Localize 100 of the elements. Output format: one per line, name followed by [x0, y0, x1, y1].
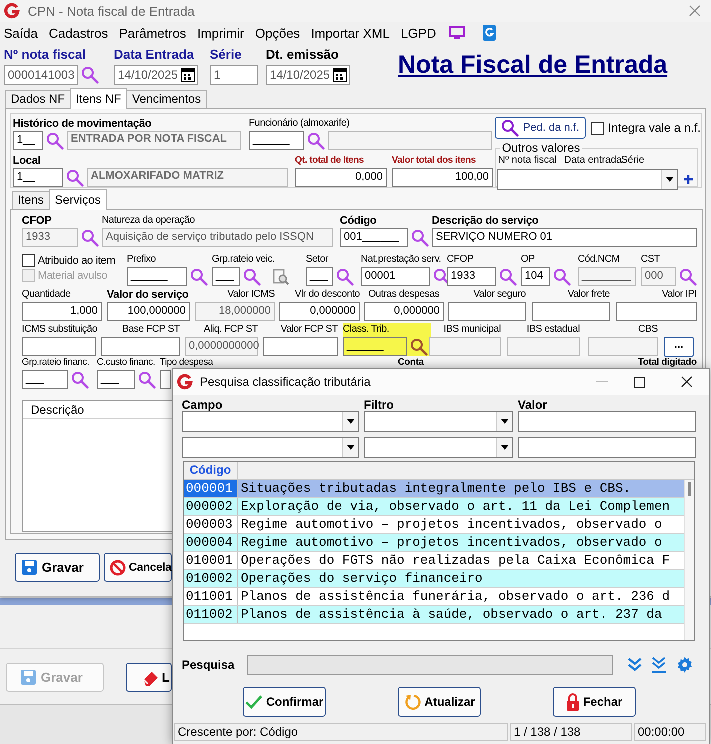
dropdown[interactable] [497, 169, 678, 190]
dropdown-arrow-icon[interactable] [666, 177, 674, 182]
text-field[interactable] [328, 131, 492, 150]
text-field[interactable]: 1,000 [22, 302, 102, 321]
search-icon[interactable] [411, 228, 429, 246]
text-field[interactable] [22, 337, 96, 356]
add-icon[interactable] [684, 175, 694, 184]
text-field[interactable] [263, 337, 338, 356]
text-field[interactable]: Aquisição de serviço tributado pelo ISSQN [102, 228, 333, 247]
calendar-icon[interactable] [181, 68, 195, 82]
text-field[interactable] [518, 437, 696, 458]
text-field[interactable]: ___ [212, 267, 240, 286]
search-icon[interactable] [46, 132, 64, 150]
tab[interactable]: Vencimentos [126, 90, 208, 108]
checkbox[interactable] [22, 254, 35, 267]
menu-item[interactable]: Imprimir [197, 26, 244, 40]
text-field[interactable]: 0,000 [295, 168, 387, 187]
confirm-button[interactable]: Confirmar [243, 687, 326, 717]
text-field[interactable]: ___ [22, 370, 68, 389]
table-row[interactable]: 010002 Operações do serviço financeiro [184, 570, 684, 588]
dropdown-arrow-icon[interactable] [500, 419, 508, 424]
text-field[interactable] [429, 337, 501, 356]
dropdown-arrow-icon[interactable] [346, 419, 354, 424]
text-field[interactable]: 1__ [13, 168, 63, 187]
text-field[interactable]: 001______ [340, 228, 408, 247]
text-field[interactable]: 0000141003 [4, 65, 78, 85]
date-field[interactable]: 14/10/2025 [114, 65, 198, 85]
text-field[interactable]: ______ [127, 267, 187, 286]
menu-item[interactable]: Saída [4, 26, 38, 40]
text-field[interactable]: 0,000000 [364, 302, 444, 321]
double-chevron-down-icon[interactable] [627, 657, 643, 673]
text-field[interactable]: 0,0000000000 [185, 337, 258, 356]
menu-item[interactable]: Cadastros [48, 26, 108, 40]
search-icon[interactable] [190, 268, 208, 286]
search-icon[interactable] [71, 370, 89, 388]
text-field[interactable] [532, 302, 610, 321]
tab[interactable]: Dados NF [5, 90, 72, 108]
table-row[interactable]: 000004 Regime automotivo – projetos incentivados, observado o [184, 534, 684, 552]
dropdown[interactable] [364, 411, 513, 432]
table-row[interactable]: 011002 Planos de assistência à saúde, observado o art. 237 da [184, 606, 684, 624]
text-field[interactable]: ______ [249, 131, 304, 150]
search-icon[interactable] [138, 370, 156, 388]
search-icon[interactable] [499, 268, 517, 286]
search-icon[interactable] [307, 132, 325, 150]
settings-icon[interactable] [677, 657, 693, 673]
text-field[interactable]: 1 [210, 65, 258, 85]
save-button[interactable]: Gravar [15, 553, 100, 582]
text-field[interactable]: 104 [521, 267, 550, 286]
text-field[interactable]: 000 [641, 267, 676, 286]
close-icon[interactable] [681, 376, 693, 388]
checkbox-label[interactable]: Integra vale a n.f. [608, 121, 701, 135]
search-icon[interactable] [336, 268, 354, 286]
table-row[interactable]: 000002 Exploração de via, observado o art. 11 da Lei Complemen [184, 498, 684, 516]
search-icon[interactable] [501, 119, 520, 137]
text-field[interactable] [160, 370, 171, 389]
text-field[interactable]: 1933 [447, 267, 496, 286]
close-button[interactable]: Fechar [553, 687, 636, 717]
search-icon[interactable] [81, 66, 99, 84]
refresh-button[interactable]: Atualizar [398, 687, 481, 717]
dropdown[interactable] [364, 437, 513, 458]
column-header[interactable]: Código [184, 462, 238, 479]
tab[interactable]: Serviços [49, 189, 108, 210]
maximize-icon[interactable] [634, 376, 645, 388]
menu-item[interactable]: Parâmetros [119, 26, 186, 40]
search-icon[interactable] [410, 338, 428, 356]
scrollbar[interactable] [684, 480, 694, 640]
more-button[interactable]: ... [664, 337, 694, 357]
menu-item[interactable]: Opções [255, 26, 300, 40]
text-field[interactable]: SERVIÇO NUMERO 01 [432, 228, 697, 247]
text-field[interactable] [507, 337, 580, 356]
text-field[interactable] [588, 337, 658, 356]
text-field[interactable]: 1933 [22, 228, 78, 247]
table-row[interactable]: 011001 Planos de assistência funerária, observado o art. 236 d [184, 588, 684, 606]
text-field[interactable]: 1__ [13, 131, 43, 150]
clear-button[interactable]: L [126, 663, 172, 692]
text-field[interactable] [448, 302, 526, 321]
search-icon[interactable] [679, 268, 697, 286]
checkbox[interactable] [591, 122, 604, 134]
date-field[interactable]: 14/10/2025 [266, 65, 350, 85]
text-field[interactable]: 100,00 [392, 168, 493, 187]
tab[interactable]: Itens [12, 191, 50, 209]
dropdown[interactable] [182, 411, 359, 432]
text-field[interactable]: ALMOXARIFADO MATRIZ [87, 168, 288, 187]
search-button[interactable]: Ped. da n.f. [495, 117, 586, 139]
text-field[interactable]: ______ [343, 337, 407, 356]
dropdown-arrow-icon[interactable] [346, 445, 354, 450]
search-icon[interactable] [66, 168, 84, 186]
calendar-icon[interactable] [333, 68, 347, 82]
table-row[interactable]: 000003 Regime automotivo – projetos incentivados, observado o [184, 516, 684, 534]
table-row[interactable]: 000001 Situações tributadas integralmente pelo IBS e CBS. [184, 480, 684, 498]
text-field[interactable] [616, 302, 697, 321]
text-field[interactable]: ENTRADA POR NOTA FISCAL [67, 131, 241, 150]
search-field[interactable] [247, 655, 613, 675]
dropdown[interactable] [182, 437, 359, 458]
text-field[interactable]: ________ [578, 267, 636, 286]
checkbox-label[interactable]: Atribuido ao item [38, 254, 116, 266]
text-field[interactable]: ___ [97, 370, 135, 389]
text-field[interactable]: 00001 [361, 267, 430, 286]
chevron-down-bar-icon[interactable] [651, 657, 667, 673]
dropdown-arrow-icon[interactable] [500, 445, 508, 450]
